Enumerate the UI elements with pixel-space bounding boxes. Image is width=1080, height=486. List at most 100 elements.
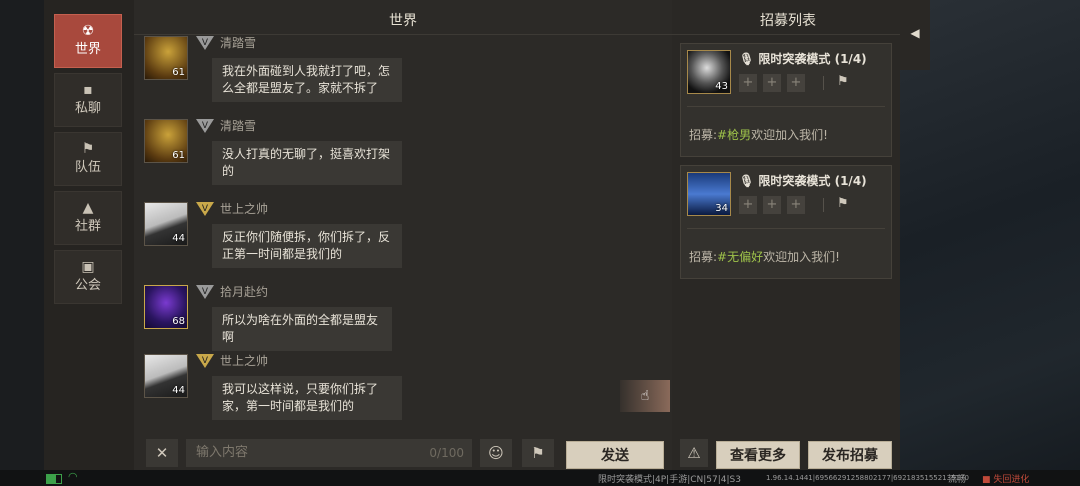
- recruit-text: 招募:#无偏好欢迎加入我们!: [689, 248, 840, 265]
- avatar-level: 44: [172, 233, 185, 244]
- recruit-text: 招募:#枪男欢迎加入我们!: [689, 126, 828, 143]
- chat-title: 世界: [389, 13, 417, 29]
- mode-label: 🎙 限时突袭模式 (1/4): [739, 172, 867, 189]
- message-bubble: 反正你们随便拆，你们拆了，反正第一时间都是我们的: [212, 224, 402, 268]
- avatar-level: 34: [715, 203, 728, 214]
- avatar[interactable]: 61: [144, 36, 188, 80]
- avatar[interactable]: 44: [144, 202, 188, 246]
- brand-name: 失回进化: [993, 475, 1030, 485]
- divider: [672, 34, 900, 35]
- game-background: [900, 0, 1080, 486]
- username[interactable]: 世上之帅: [220, 352, 268, 369]
- avatar-level: 61: [172, 150, 185, 161]
- vip-badge-icon: V: [196, 285, 214, 299]
- join-flag-icon[interactable]: ⚑: [837, 74, 849, 89]
- world-icon: ☢: [81, 23, 95, 39]
- report-button[interactable]: ⚠: [680, 439, 708, 467]
- status-bar: 限时突袭模式|4P|手游|CN|57|4|S3 1.96.14.1441|695…: [0, 470, 1080, 486]
- avatar[interactable]: 61: [144, 119, 188, 163]
- view-more-button[interactable]: 查看更多: [716, 441, 800, 469]
- build-info: 1.96.14.1441|69566291258802177|692183515…: [766, 474, 969, 482]
- recruit-suffix: 欢迎加入我们!: [763, 250, 840, 264]
- input-placeholder: 输入内容: [196, 445, 249, 460]
- publish-recruit-button[interactable]: 发布招募: [808, 441, 892, 469]
- tab-team[interactable]: ⚑ 队伍: [54, 132, 122, 186]
- divider: [687, 106, 885, 107]
- tab-private-chat[interactable]: ▪ 私聊: [54, 73, 122, 127]
- divider: [823, 198, 824, 212]
- flag-arrow-icon: ⚑: [531, 444, 545, 462]
- network-quality: 流畅: [948, 475, 967, 485]
- share-team-button[interactable]: ⚑: [522, 439, 554, 467]
- vip-badge-icon: V: [196, 119, 214, 133]
- mic-icon: 🎙: [739, 52, 755, 66]
- brand-logo: ■ 失回进化: [982, 475, 1030, 485]
- server-info: 限时突袭模式|4P|手游|CN|57|4|S3: [598, 475, 741, 485]
- channel-sidebar: ☢ 世界 ▪ 私聊 ⚑ 队伍 ▲ 社群 ▣ 公会: [44, 0, 134, 470]
- recruit-card[interactable]: 43 🎙 限时突袭模式 (1/4) + + + ⚑ 招募:#枪男欢迎加入我们!: [680, 43, 892, 157]
- avatar-level: 68: [172, 316, 185, 327]
- divider: [134, 34, 672, 35]
- tab-community-label: 社群: [74, 219, 101, 234]
- send-button[interactable]: 发送: [566, 441, 664, 469]
- avatar[interactable]: 68: [144, 285, 188, 329]
- avatar-level: 61: [172, 67, 185, 78]
- scroll-to-latest-button[interactable]: ☝: [620, 380, 670, 412]
- recruit-tag[interactable]: #无偏好: [717, 250, 763, 264]
- recruit-title: 招募列表: [760, 13, 816, 29]
- recruit-prefix: 招募:: [689, 128, 718, 142]
- hand-icon: ☝: [640, 388, 650, 404]
- username[interactable]: 拾月赴约: [220, 283, 268, 300]
- empty-slot-plus-icon[interactable]: +: [763, 74, 781, 92]
- empty-slot-plus-icon[interactable]: +: [787, 74, 805, 92]
- emoji-button[interactable]: ☺: [480, 439, 512, 467]
- message-bubble: 我可以这样说，只要你们拆了家，第一时间都是我们的: [212, 376, 402, 420]
- tab-guild[interactable]: ▣ 公会: [54, 250, 122, 304]
- collapse-panel-button[interactable]: ◀: [900, 0, 930, 70]
- username[interactable]: 世上之帅: [220, 200, 268, 217]
- mode-text: 限时突袭模式 (1/4): [758, 52, 867, 66]
- message-bubble: 没人打真的无聊了，挺喜欢打架的: [212, 141, 402, 185]
- username[interactable]: 清踏雪: [220, 117, 256, 134]
- tab-team-label: 队伍: [74, 160, 101, 175]
- guild-banner-icon: ▣: [81, 259, 95, 275]
- flag-icon: ⚑: [81, 141, 95, 157]
- mode-text: 限时突袭模式 (1/4): [758, 174, 867, 188]
- empty-slot-plus-icon[interactable]: +: [787, 196, 805, 214]
- recruit-panel: 招募列表 43 🎙 限时突袭模式 (1/4) + + + ⚑ 招募:#枪男欢迎加…: [672, 0, 900, 470]
- message-bubble: 所以为啥在外面的全都是盟友啊: [212, 307, 392, 351]
- triangle-left-icon: ◀: [910, 26, 920, 40]
- warning-icon: ⚠: [687, 444, 701, 462]
- tab-world[interactable]: ☢ 世界: [54, 14, 122, 68]
- recruit-suffix: 欢迎加入我们!: [751, 128, 828, 142]
- recruit-tag[interactable]: #枪男: [717, 128, 751, 142]
- tab-world-label: 世界: [74, 42, 101, 57]
- tab-guild-label: 公会: [74, 278, 101, 293]
- chat-panel: 世界 61 V 清踏雪 我在外面碰到人我就打了吧，怎么全都是盟友了。家就不拆了 …: [134, 0, 672, 470]
- join-flag-icon[interactable]: ⚑: [837, 196, 849, 211]
- chat-bubble-icon: ▪: [83, 82, 93, 98]
- tab-community[interactable]: ▲ 社群: [54, 191, 122, 245]
- divider: [687, 228, 885, 229]
- mic-icon: 🎙: [739, 174, 755, 188]
- empty-slot-plus-icon[interactable]: +: [739, 196, 757, 214]
- message-bubble: 我在外面碰到人我就打了吧，怎么全都是盟友了。家就不拆了: [212, 58, 402, 102]
- vip-badge-icon: V: [196, 36, 214, 50]
- divider: [823, 76, 824, 90]
- empty-slot-plus-icon[interactable]: +: [739, 74, 757, 92]
- smiley-icon: ☺: [488, 444, 504, 462]
- vip-badge-icon: V: [196, 354, 214, 368]
- avatar[interactable]: 44: [144, 354, 188, 398]
- wifi-icon: ◠: [68, 470, 78, 483]
- voice-toggle-button[interactable]: ✕: [146, 439, 178, 467]
- recruit-card[interactable]: 34 🎙 限时突袭模式 (1/4) + + + ⚑ 招募:#无偏好欢迎加入我们!: [680, 165, 892, 279]
- message-input[interactable]: 输入内容 0/100: [186, 439, 472, 467]
- recruit-prefix: 招募:: [689, 250, 718, 264]
- empty-slot-plus-icon[interactable]: +: [763, 196, 781, 214]
- mode-label: 🎙 限时突袭模式 (1/4): [739, 50, 867, 67]
- username[interactable]: 清踏雪: [220, 34, 256, 51]
- avatar[interactable]: 43: [687, 50, 731, 94]
- chat-input-bar: ✕ 输入内容 0/100 ☺ ⚑ 发送 ⚠ 查看更多 发布招募: [134, 433, 900, 470]
- avatar-level: 43: [715, 81, 728, 92]
- avatar[interactable]: 34: [687, 172, 731, 216]
